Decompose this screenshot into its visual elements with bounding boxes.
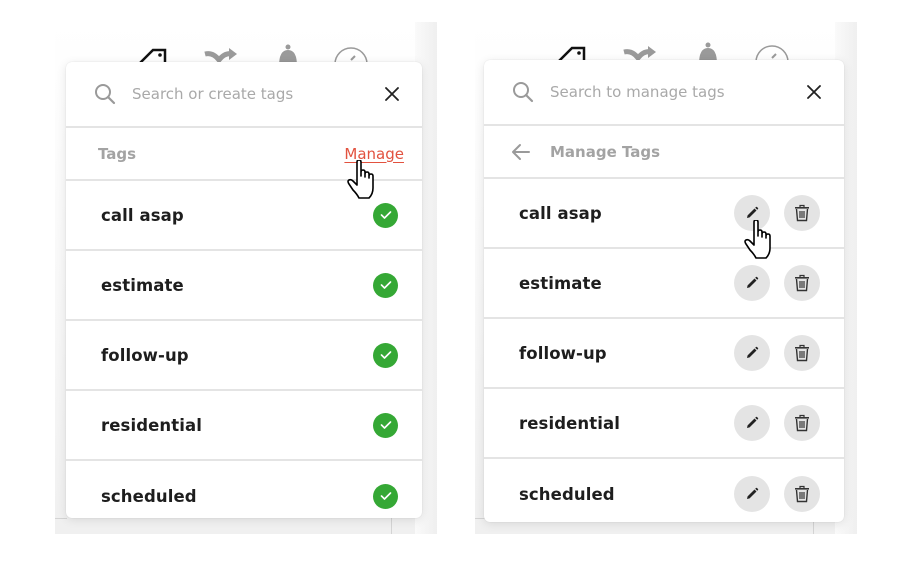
tag-label: follow-up bbox=[101, 345, 189, 365]
back-arrow-icon[interactable] bbox=[510, 141, 532, 163]
edit-button[interactable] bbox=[734, 476, 770, 512]
close-icon bbox=[807, 85, 821, 99]
pencil-icon bbox=[747, 416, 759, 428]
tags-header: Tags Manage bbox=[66, 128, 422, 181]
tag-label: call asap bbox=[519, 203, 602, 223]
tag-label: call asap bbox=[101, 205, 184, 225]
check-icon[interactable] bbox=[373, 202, 398, 228]
tag-label: residential bbox=[519, 413, 620, 433]
check-icon[interactable] bbox=[373, 342, 398, 368]
pencil-icon bbox=[747, 206, 759, 218]
tag-label: follow-up bbox=[519, 343, 607, 363]
tag-row: scheduled bbox=[484, 459, 844, 522]
tag-label: scheduled bbox=[101, 486, 197, 506]
edit-button[interactable] bbox=[734, 405, 770, 441]
close-icon bbox=[385, 87, 399, 101]
section-title: Tags bbox=[98, 144, 137, 163]
tag-label: residential bbox=[101, 415, 202, 435]
backdrop-divider bbox=[55, 518, 67, 519]
search-icon bbox=[95, 84, 116, 105]
check-icon[interactable] bbox=[373, 412, 398, 438]
tag-row[interactable]: scheduled bbox=[66, 461, 422, 518]
tag-row: estimate bbox=[484, 249, 844, 319]
close-button[interactable] bbox=[802, 80, 826, 104]
edit-button[interactable] bbox=[734, 335, 770, 371]
search-input[interactable] bbox=[132, 85, 380, 103]
tag-label: estimate bbox=[519, 273, 602, 293]
search-row bbox=[66, 62, 422, 128]
trash-icon bbox=[795, 344, 809, 362]
tag-picker-panel: Tags Manage call asap estimate follow-up… bbox=[66, 62, 422, 518]
search-icon bbox=[513, 82, 534, 103]
edit-button[interactable] bbox=[734, 195, 770, 231]
trash-icon bbox=[795, 204, 809, 222]
delete-button[interactable] bbox=[784, 476, 820, 512]
tag-row: call asap bbox=[484, 179, 844, 249]
trash-icon bbox=[795, 485, 809, 503]
tag-row[interactable]: follow-up bbox=[66, 321, 422, 391]
tag-row[interactable]: estimate bbox=[66, 251, 422, 321]
backdrop-divider bbox=[391, 518, 392, 534]
manage-link[interactable]: Manage bbox=[344, 145, 404, 163]
trash-icon bbox=[795, 274, 809, 292]
pencil-icon bbox=[747, 346, 759, 358]
tag-row[interactable]: residential bbox=[66, 391, 422, 461]
trash-icon bbox=[795, 414, 809, 432]
search-input[interactable] bbox=[550, 83, 802, 101]
delete-button[interactable] bbox=[784, 195, 820, 231]
section-title: Manage Tags bbox=[550, 142, 661, 161]
edit-button[interactable] bbox=[734, 265, 770, 301]
tag-row: residential bbox=[484, 389, 844, 459]
search-row bbox=[484, 60, 844, 126]
tag-row[interactable]: call asap bbox=[66, 181, 422, 251]
check-icon[interactable] bbox=[373, 483, 398, 509]
delete-button[interactable] bbox=[784, 405, 820, 441]
pencil-icon bbox=[747, 487, 759, 499]
tag-row: follow-up bbox=[484, 319, 844, 389]
delete-button[interactable] bbox=[784, 335, 820, 371]
pencil-icon bbox=[747, 276, 759, 288]
check-icon[interactable] bbox=[373, 272, 398, 298]
delete-button[interactable] bbox=[784, 265, 820, 301]
manage-header: Manage Tags bbox=[484, 126, 844, 179]
tag-label: scheduled bbox=[519, 484, 615, 504]
tag-label: estimate bbox=[101, 275, 184, 295]
close-button[interactable] bbox=[380, 82, 404, 106]
manage-tags-panel: Manage Tags call asap estimate follow-up bbox=[484, 60, 844, 522]
